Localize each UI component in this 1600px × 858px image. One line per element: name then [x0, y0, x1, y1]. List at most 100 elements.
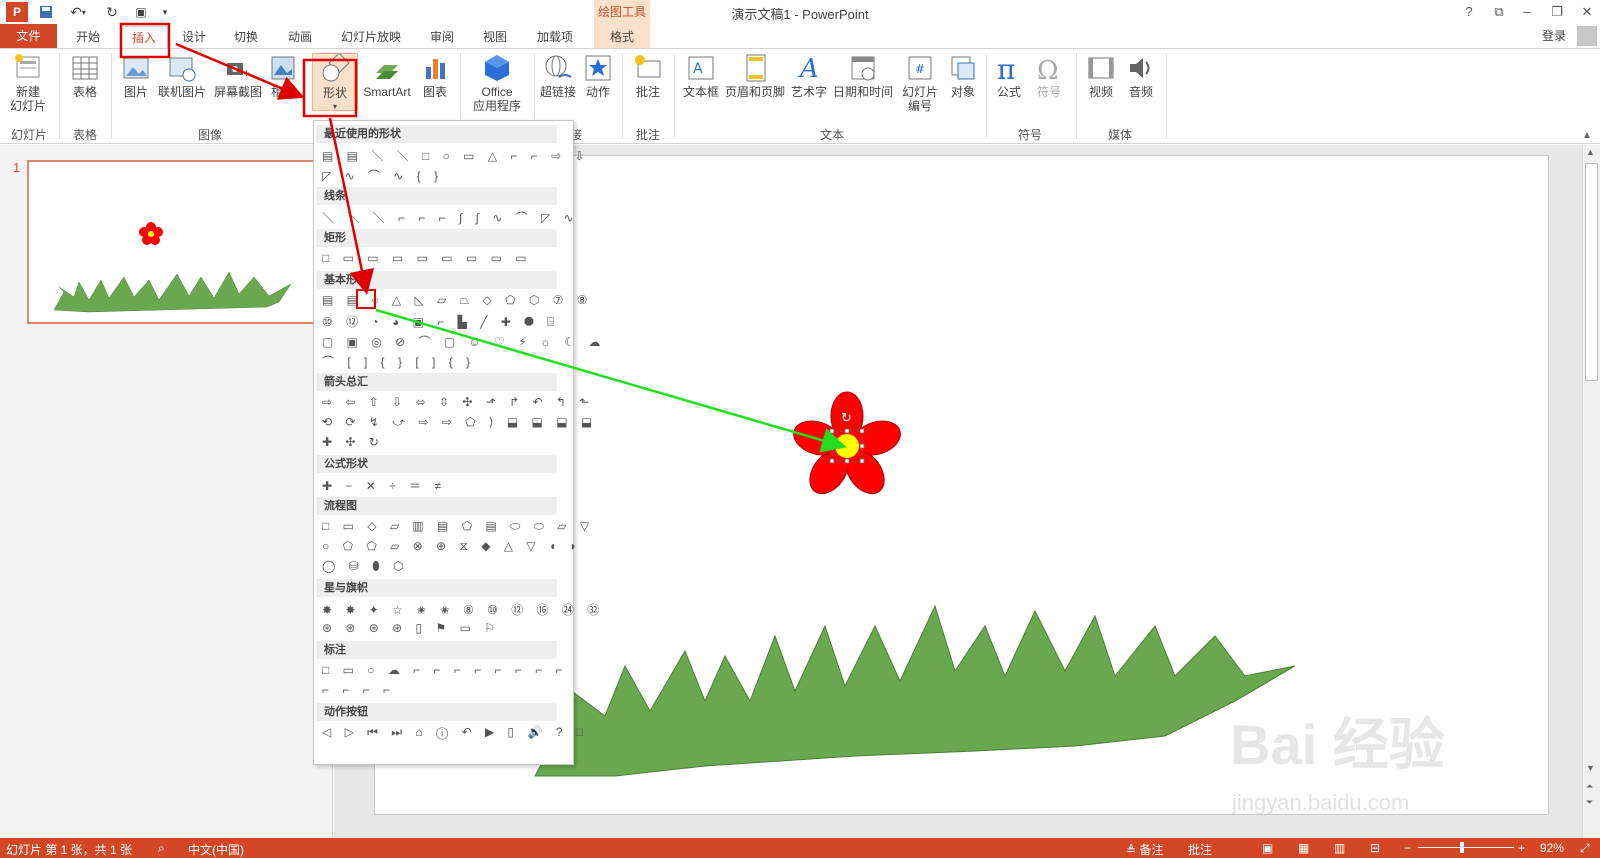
datetime-button[interactable]: 日期和时间: [830, 53, 896, 99]
album-button[interactable]: 相册: [266, 53, 300, 99]
gallery-row[interactable]: ◸ ∿ ⌒ ∿ { }: [322, 167, 443, 184]
tab-slideshow[interactable]: 幻灯片放映: [334, 26, 408, 48]
gallery-row[interactable]: ＼ ＼ ＼ ⌐ ⌐ ⌐ ∫ ∫ ∿ ⌒ ◸ ∿: [322, 209, 579, 226]
comment-button[interactable]: 批注: [628, 53, 668, 99]
fit-to-window-icon[interactable]: ⤢: [1580, 841, 1590, 856]
tab-design[interactable]: 设计: [172, 26, 216, 48]
gallery-row[interactable]: ⊛ ⊛ ⊛ ⊛ ▯ ⚑ ▭ ⚐: [322, 621, 500, 635]
slide-number-button[interactable]: # 幻灯片 编号: [896, 53, 944, 113]
gallery-row[interactable]: ⇨ ⇦ ⇧ ⇩ ⬄ ⇳ ✣ ⬏ ↱ ↶ ↰ ⬑: [322, 395, 594, 409]
gallery-row[interactable]: □ ▭ ▭ ▭ ▭ ▭ ▭ ▭ ▭: [322, 251, 532, 265]
shapes-button[interactable]: 形状 ▾: [312, 53, 358, 111]
online-picture-button[interactable]: 联机图片: [156, 53, 208, 99]
gallery-row[interactable]: ◁ ▷ ⏮ ⏭ ⌂ ⓘ ↶ ▶ ▯ 🔊 ? □: [322, 725, 588, 740]
collapse-ribbon-icon[interactable]: ▲: [1582, 130, 1592, 141]
tab-view[interactable]: 视图: [473, 26, 517, 48]
wordart-button[interactable]: A 艺术字: [788, 53, 830, 99]
previous-slide-icon[interactable]: ⏶: [1586, 781, 1593, 792]
gallery-row[interactable]: ▢ ▣ ◎ ⊘ ⌒ ▢ ☺ ♡ ⚡ ☼ ☾ ☁: [322, 333, 605, 350]
zoom-level[interactable]: 92%: [1540, 841, 1564, 855]
new-slide-icon: [15, 54, 40, 78]
spell-check-icon[interactable]: ⌕: [158, 841, 165, 856]
gallery-row[interactable]: ✚ ✣ ↻: [322, 435, 384, 449]
gallery-row[interactable]: ▤ ▤ ＼ ＼ □ ○ ▭ △ ⌐ ⌐ ⇨ ⇩: [322, 147, 590, 164]
minimize-button[interactable]: –: [1516, 3, 1538, 21]
tab-addins[interactable]: 加载项: [530, 26, 580, 48]
table-button[interactable]: 表格: [64, 53, 106, 99]
gallery-row[interactable]: □ ▭ ○ ☁ ⌐ ⌐ ⌐ ⌐ ⌐ ⌐ ⌐ ⌐: [322, 663, 568, 677]
audio-label: 音频: [1128, 85, 1153, 99]
audio-button[interactable]: 音频: [1122, 53, 1160, 99]
smartart-icon: [376, 65, 398, 79]
hyperlink-button[interactable]: 超链接: [536, 53, 580, 99]
tab-review[interactable]: 审阅: [420, 26, 464, 48]
normal-view-icon[interactable]: ▣: [1262, 841, 1273, 855]
equation-button[interactable]: π 公式: [990, 53, 1028, 99]
gallery-row[interactable]: ⌐ ⌐ ⌐ ⌐: [322, 683, 395, 697]
scroll-down-icon[interactable]: ▼: [1586, 763, 1595, 773]
scroll-up-icon[interactable]: ▲: [1586, 147, 1595, 157]
table-icon: [72, 56, 98, 80]
comments-button[interactable]: 批注: [1188, 841, 1212, 858]
wordart-icon: A: [798, 54, 819, 83]
tab-format[interactable]: 格式: [600, 26, 644, 48]
tab-file[interactable]: 文件: [0, 24, 57, 48]
slide-thumbnail[interactable]: [27, 160, 331, 324]
zoom-slider-track[interactable]: [1418, 847, 1514, 848]
tab-transitions[interactable]: 切换: [224, 26, 268, 48]
chart-icon: [426, 59, 445, 79]
screenshot-button[interactable]: + 屏幕截图: [210, 53, 266, 99]
flower-shape[interactable]: ↻: [789, 391, 905, 501]
chart-button[interactable]: 图表: [418, 53, 452, 99]
vertical-scrollbar[interactable]: ▲ ▼ ⏶ ⏷: [1582, 145, 1600, 838]
zoom-in-icon[interactable]: +: [1518, 841, 1525, 855]
tab-home[interactable]: 开始: [66, 26, 110, 48]
gallery-row[interactable]: ◯ ⛁ ⬮ ⬡: [322, 559, 409, 574]
scrollbar-thumb[interactable]: [1585, 163, 1598, 381]
tab-insert[interactable]: 插入: [120, 26, 168, 48]
pi-icon: π: [997, 53, 1015, 83]
help-button[interactable]: ?: [1458, 3, 1480, 21]
album-label: 相册: [270, 85, 295, 99]
office-apps-button[interactable]: Office 应用程序: [464, 53, 530, 113]
zoom-slider-thumb[interactable]: [1460, 842, 1464, 853]
thumbnail-grass: [53, 271, 292, 313]
zoom-out-icon[interactable]: −: [1404, 841, 1411, 855]
gallery-row[interactable]: ✚ − ✕ ÷ ＝ ≠: [322, 477, 446, 494]
gallery-row[interactable]: ⟲ ⟳ ↯ ⤻ ⇨ ⇨ ⬠ ⟩ ⬓ ⬓ ⬓ ⬓: [322, 415, 597, 430]
gallery-row[interactable]: ✸ ✸ ✦ ☆ ✬ ✬ ⑧ ⑩ ⑫ ⑯ ㉔ ㉜: [322, 601, 604, 618]
close-button[interactable]: ✕: [1576, 3, 1598, 21]
gallery-row[interactable]: □ ▭ ◇ ▱ ▥ ▤ ⬠ ▤ ⬭ ⬭ ▱ ▽: [322, 519, 594, 534]
slide-sorter-icon[interactable]: ▦: [1298, 841, 1309, 855]
smartart-button[interactable]: SmartArt: [358, 53, 416, 99]
gallery-section-callouts: 标注: [316, 641, 557, 659]
tab-animations[interactable]: 动画: [278, 26, 322, 48]
thumbnail-preview: [53, 222, 292, 313]
picture-button[interactable]: 图片: [116, 53, 156, 99]
svg-text:A: A: [693, 61, 703, 77]
object-button[interactable]: 对象: [944, 53, 982, 99]
ribbon-display-options-button[interactable]: ⧉: [1488, 3, 1510, 21]
textbox-button[interactable]: A 文本框: [678, 53, 724, 99]
gallery-row[interactable]: ○ ⬠ ⬠ ▱ ⊗ ⊕ ⧖ ◆ △ ▽ ◖ ◗: [322, 539, 582, 554]
grass-shape[interactable]: [534, 604, 1296, 777]
action-button[interactable]: 动作: [580, 53, 616, 99]
avatar[interactable]: [1577, 26, 1597, 46]
video-button[interactable]: 视频: [1082, 53, 1120, 99]
symbol-button[interactable]: Ω 符号: [1030, 53, 1068, 99]
language-status[interactable]: 中文(中国): [188, 841, 244, 858]
next-slide-icon[interactable]: ⏷: [1586, 797, 1593, 808]
oval-shape-highlight[interactable]: [356, 289, 376, 309]
picture-label: 图片: [123, 85, 148, 99]
slideshow-view-icon[interactable]: ⊟: [1370, 841, 1380, 855]
reading-view-icon[interactable]: ▥: [1334, 841, 1345, 855]
new-slide-button[interactable]: 新建 幻灯片: [4, 53, 52, 113]
signin-link[interactable]: 登录: [1542, 27, 1566, 44]
notes-button[interactable]: ≜ 备注: [1126, 841, 1163, 858]
hyperlink-icon: [545, 55, 572, 78]
gallery-row[interactable]: ⑩ ⑫ ◔ ◕ ▣ ⌐ ▙ ╱ ✚ ⯃ ⌸: [322, 313, 559, 330]
gallery-row[interactable]: ⌒ [ ] { } [ ] { }: [322, 353, 475, 370]
restore-button[interactable]: ❐: [1546, 3, 1568, 21]
group-media-label: 媒体: [1107, 128, 1132, 142]
header-footer-button[interactable]: 页眉和页脚: [722, 53, 788, 99]
